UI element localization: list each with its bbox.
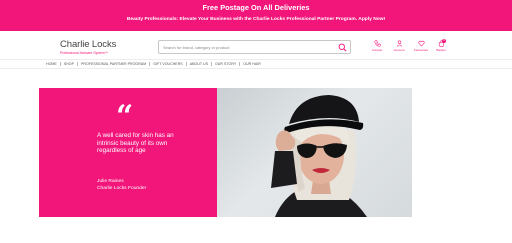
heart-icon [417, 40, 425, 47]
nav-item-our-hair[interactable]: OUR HAIR [243, 62, 261, 66]
banner-headline: Free Postage On All Deliveries [202, 3, 310, 12]
phone-icon [373, 40, 381, 47]
quote-author-name: Julie Raines [97, 179, 124, 184]
nav-divider [185, 62, 187, 66]
nav-item-about-us[interactable]: ABOUT US [190, 62, 208, 66]
user-icon [396, 40, 402, 47]
hero-banner: “ A well cared for skin has an intrinsic… [39, 88, 412, 217]
quote-mark-icon: “ [116, 99, 134, 134]
quote-author-role: Charlie Locks Founder [97, 185, 147, 191]
contact-label: Contact [371, 48, 383, 52]
favourites-label: Favourites [413, 48, 428, 52]
brand-name: Charlie Locks [60, 39, 117, 50]
hero-quote: A well cared for skin has an intrinsic b… [97, 132, 174, 155]
brand-tagline: Professional Haircare System™ [60, 51, 109, 55]
brand-logo[interactable]: Charlie Locks Professional Haircare Syst… [60, 39, 116, 55]
nav-item-shop[interactable]: SHOP [64, 62, 74, 66]
basket-count-badge: 0 [442, 39, 446, 43]
promo-banner: Free Postage On All Deliveries Beauty Pr… [0, 0, 512, 31]
nav-divider [211, 62, 213, 66]
search-bar [158, 40, 351, 54]
banner-partner-link[interactable]: Beauty Professionals: Elevate Your Busin… [0, 17, 512, 22]
account-label: Account [393, 48, 405, 52]
main-nav: HOME SHOP PROFESSIONAL PARTNER PROGRAM G… [0, 59, 512, 69]
search-input[interactable] [163, 43, 333, 52]
nav-divider [76, 62, 78, 66]
nav-item-our-story[interactable]: OUR STORY [215, 62, 236, 66]
header-actions: Contact Account Favourites 0 Basket [369, 39, 449, 58]
search-icon[interactable] [338, 43, 347, 52]
basket-label: Basket [436, 48, 446, 52]
basket-link[interactable]: 0 Basket [433, 39, 449, 52]
nav-item-professional-partner-program[interactable]: PROFESSIONAL PARTNER PROGRAM [81, 62, 146, 66]
quote-panel: “ A well cared for skin has an intrinsic… [39, 88, 217, 217]
hero-photo [217, 88, 412, 217]
nav-item-home[interactable]: HOME [46, 62, 57, 66]
model-illustration [271, 95, 367, 217]
nav-divider [59, 62, 61, 66]
favourites-link[interactable]: Favourites [413, 40, 429, 52]
nav-item-gift-vouchers[interactable]: GIFT VOUCHERS [153, 62, 183, 66]
contact-link[interactable]: Contact [369, 40, 385, 52]
nav-divider [239, 62, 241, 66]
quote-author: Julie Raines Charlie Locks Founder [97, 179, 146, 192]
nav-divider [149, 62, 151, 66]
account-link[interactable]: Account [391, 40, 407, 52]
